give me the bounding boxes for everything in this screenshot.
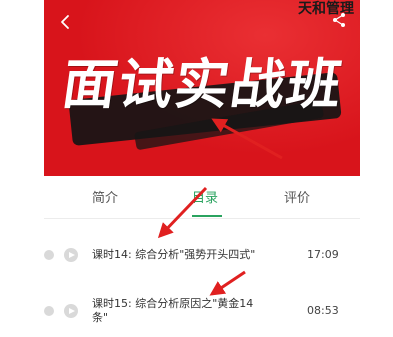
course-banner: 面试实战班 天和管理 <box>44 0 360 176</box>
play-icon[interactable] <box>64 248 78 262</box>
lesson-duration: 08:53 <box>307 304 339 317</box>
arrow-to-lesson-15 <box>209 270 246 296</box>
app-screen: 面试实战班 天和管理 简介 目录 评价 课时14: 综合分析"强势开头四式" 1… <box>0 0 393 337</box>
lesson-title-line1: 课时15: 综合分析原因之"黄金14 <box>92 297 254 310</box>
lesson-duration: 17:09 <box>307 248 339 261</box>
tab-intro[interactable]: 简介 <box>92 187 118 206</box>
chevron-left-icon[interactable] <box>58 14 74 30</box>
banner-title: 面试实战班 <box>58 52 348 116</box>
tab-catalog[interactable]: 目录 <box>192 187 218 206</box>
play-icon[interactable] <box>64 304 78 318</box>
tab-reviews[interactable]: 评价 <box>284 187 310 206</box>
lesson-status-dot <box>44 306 54 316</box>
lesson-status-dot <box>44 250 54 260</box>
lesson-title-line2: 条" <box>92 311 109 324</box>
lesson-title[interactable]: 课时14: 综合分析"强势开头四式" <box>92 248 255 262</box>
active-tab-indicator <box>192 215 222 217</box>
tab-bar: 简介 目录 评价 <box>44 176 360 219</box>
lesson-title[interactable]: 课时15: 综合分析原因之"黄金14 条" <box>92 297 253 325</box>
share-icon[interactable] <box>332 12 346 28</box>
